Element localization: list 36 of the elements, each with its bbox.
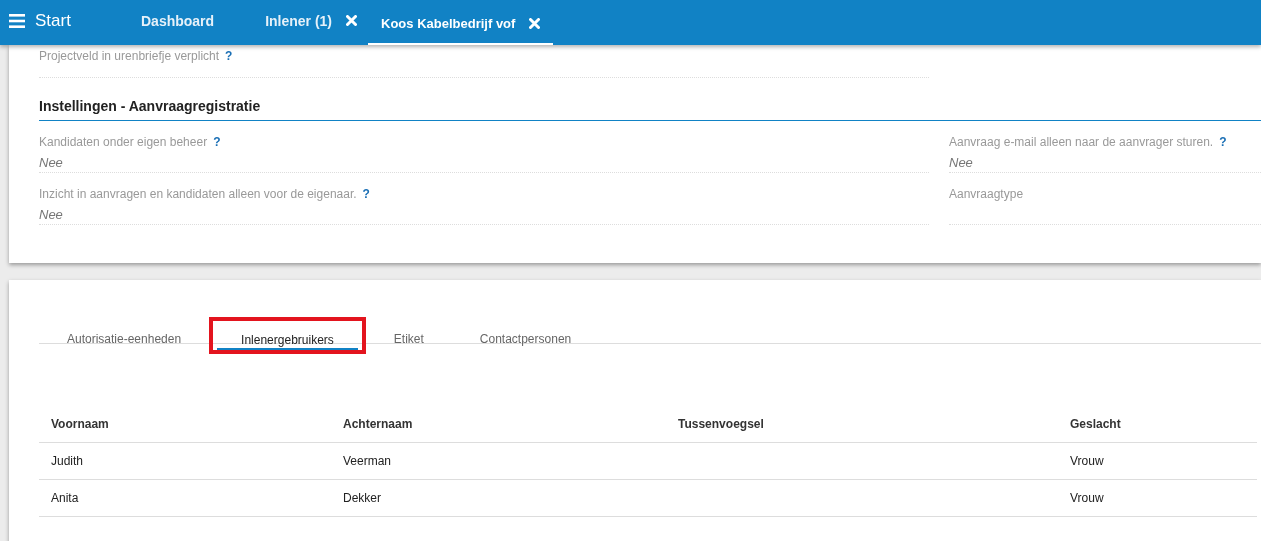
close-icon[interactable] — [346, 15, 358, 26]
header-tab[interactable]: Inlener (1) — [225, 0, 369, 45]
tab[interactable]: Etiket — [369, 320, 448, 351]
tab-label: Inlener (1) — [265, 12, 333, 29]
tab-label: Koos Kabelbedrijf vof — [381, 15, 516, 31]
field-value: Nee — [39, 155, 63, 170]
table-cell: Judith — [51, 454, 84, 468]
table-cell: Dekker — [343, 491, 381, 505]
column-header[interactable]: Voornaam — [39, 406, 331, 443]
help-icon[interactable]: ? — [1219, 135, 1227, 149]
field-value: Nee — [39, 207, 63, 222]
section-title: Instellingen - Aanvraagregistratie — [39, 98, 261, 114]
close-icon[interactable] — [529, 17, 541, 29]
column-header[interactable]: Achternaam — [331, 406, 666, 443]
table-cell: Anita — [51, 491, 79, 505]
help-icon[interactable]: ? — [225, 49, 233, 63]
field-label: Aanvraag e-mail alleen naar de aanvrager sturen. — [949, 135, 1214, 149]
field-value: Nee — [949, 155, 973, 170]
help-icon[interactable]: ? — [362, 187, 370, 201]
tab[interactable]: Inlenergebruikers — [217, 321, 358, 350]
field-label: Inzicht in aanvragen en kandidaten alleen voor de eigenaar. — [39, 187, 357, 201]
tab-label: Dashboard — [141, 12, 215, 29]
field-label: Projectveld in urenbriefje verplicht — [39, 49, 220, 63]
header-tab[interactable]: Dashboard — [130, 0, 226, 45]
column-header[interactable]: Geslacht — [1058, 406, 1257, 443]
field-label: Aanvraagtype — [949, 187, 1024, 201]
table-cell: Veerman — [343, 454, 392, 468]
tab[interactable]: Contactpersonen — [455, 320, 596, 351]
field-label: Kandidaten onder eigen beheer — [39, 135, 208, 149]
tab[interactable]: Autorisatie-eenheden — [43, 320, 206, 351]
help-icon[interactable]: ? — [213, 135, 221, 149]
start-link[interactable]: Start — [35, 10, 71, 31]
table-cell: Vrouw — [1070, 454, 1104, 468]
menu-icon[interactable] — [9, 13, 25, 28]
column-header[interactable]: Tussenvoegsel — [666, 406, 1058, 443]
table-cell: Vrouw — [1070, 491, 1104, 505]
